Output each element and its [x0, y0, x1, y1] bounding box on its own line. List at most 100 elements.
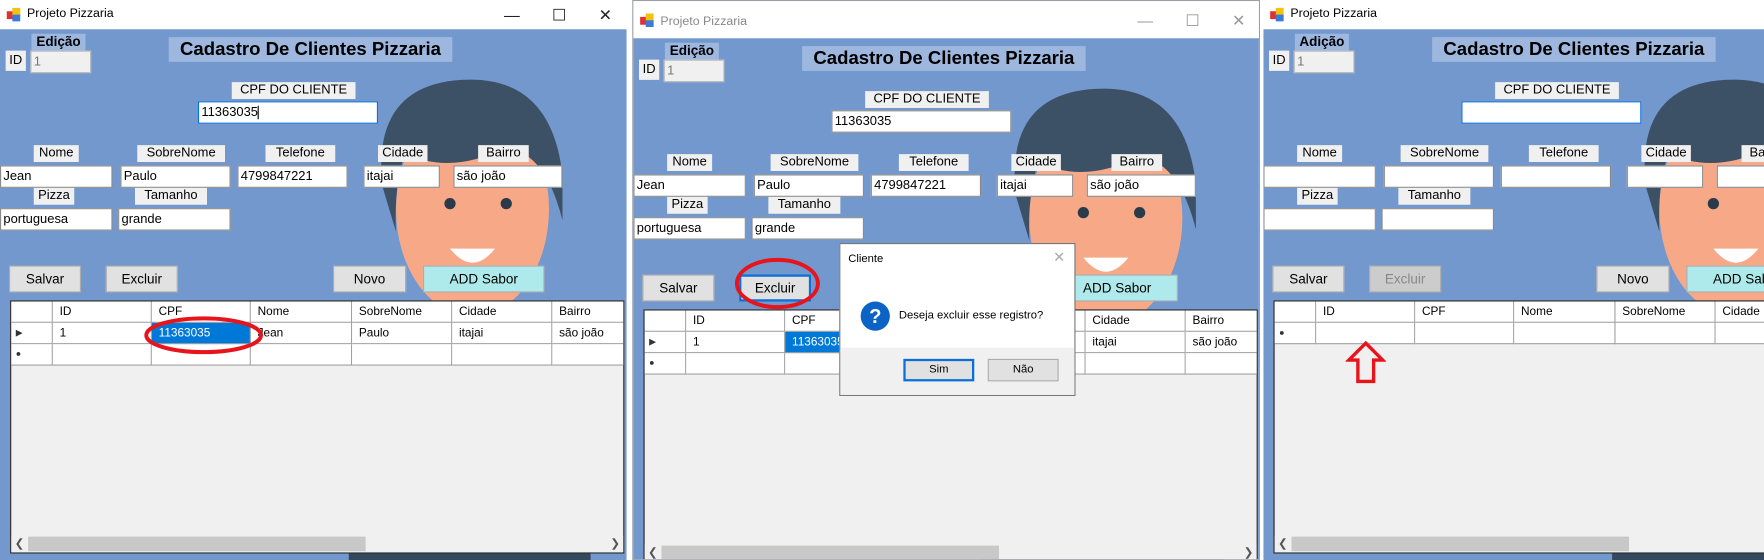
nome-input[interactable]: Jean — [0, 165, 113, 188]
telefone-input[interactable]: 4799847221 — [870, 174, 981, 197]
column-header[interactable]: Cidade — [1715, 301, 1764, 323]
column-header[interactable]: Cidade — [1085, 310, 1186, 332]
sobrenome-input[interactable]: Paulo — [120, 165, 231, 188]
scroll-left-icon[interactable]: ❮ — [15, 536, 24, 553]
nome-input[interactable]: Jean — [633, 174, 746, 197]
id-field[interactable]: 1 — [663, 59, 725, 83]
column-header[interactable]: Nome — [1514, 301, 1616, 323]
sobrenome-input[interactable] — [1383, 165, 1494, 188]
pizza-input[interactable] — [1263, 208, 1376, 231]
table-cell[interactable]: itajai — [1085, 331, 1186, 354]
close-button[interactable]: ✕ — [1216, 8, 1259, 33]
add-sabor-button[interactable]: ADD Sabor — [1686, 265, 1764, 293]
telefone-input[interactable]: 4799847221 — [237, 165, 348, 188]
clients-grid[interactable]: IDCPFNomeSobreNomeCidadeBairro ▶111363035… — [10, 300, 625, 554]
cpf-input[interactable]: 11363035 — [198, 101, 378, 124]
cidade-input[interactable]: itajai — [996, 174, 1074, 197]
tamanho-input[interactable] — [1381, 208, 1494, 231]
table-cell[interactable]: são joão — [1185, 331, 1257, 354]
column-header[interactable]: SobreNome — [1615, 301, 1716, 323]
bairro-input[interactable]: são joão — [1086, 174, 1196, 197]
table-cell-empty[interactable] — [1615, 322, 1716, 345]
table-row[interactable]: ● — [1274, 322, 1764, 345]
bairro-input[interactable] — [1716, 165, 1764, 188]
column-header[interactable]: ID — [52, 301, 152, 323]
maximize-button[interactable]: ☐ — [537, 2, 582, 27]
table-row[interactable]: ● — [11, 344, 624, 366]
table-cell-empty[interactable] — [1085, 353, 1186, 375]
table-cell-empty[interactable] — [552, 344, 624, 366]
column-header[interactable]: SobreNome — [352, 301, 453, 323]
scroll-right-icon[interactable]: ❯ — [1244, 545, 1253, 559]
table-cell-empty[interactable] — [1316, 322, 1416, 345]
salvar-button[interactable]: Salvar — [1272, 265, 1345, 293]
table-cell-empty[interactable] — [1715, 322, 1764, 345]
scrollbar-thumb[interactable] — [661, 545, 999, 560]
nome-input[interactable] — [1263, 165, 1376, 188]
excluir-button[interactable]: Excluir — [739, 274, 812, 302]
bairro-input[interactable]: são joão — [453, 165, 563, 188]
cidade-input[interactable]: itajai — [363, 165, 440, 188]
column-header[interactable]: Cidade — [452, 301, 553, 323]
new-row-indicator-icon[interactable]: ● — [644, 353, 687, 375]
dialog-close-icon[interactable]: ✕ — [1053, 249, 1065, 267]
no-button[interactable]: Não — [987, 358, 1059, 382]
clients-grid[interactable]: IDCPFNomeSobreNomeCidadeBairro● ❮ ❯ — [1273, 300, 1764, 554]
tamanho-input[interactable]: grande — [751, 217, 864, 240]
row-header[interactable] — [11, 301, 53, 323]
cidade-input[interactable] — [1626, 165, 1704, 188]
cpf-input[interactable]: 11363035 — [831, 110, 1012, 133]
minimize-button[interactable]: — — [1123, 8, 1168, 33]
row-header[interactable] — [644, 310, 687, 332]
salvar-button[interactable]: Salvar — [642, 274, 715, 302]
telefone-input[interactable] — [1500, 165, 1611, 188]
current-row-indicator-icon[interactable]: ▶ — [11, 322, 53, 345]
scrollbar-thumb[interactable] — [28, 536, 366, 552]
novo-button[interactable]: Novo — [333, 265, 407, 293]
salvar-button[interactable]: Salvar — [9, 265, 81, 293]
table-cell-empty[interactable] — [686, 353, 786, 375]
table-cell[interactable]: 1 — [52, 322, 152, 345]
column-header[interactable]: CPF — [151, 301, 251, 323]
pizza-input[interactable]: portuguesa — [633, 217, 746, 240]
tamanho-input[interactable]: grande — [118, 208, 231, 231]
minimize-button[interactable]: — — [1753, 2, 1764, 27]
table-cell[interactable]: 1 — [686, 331, 786, 354]
table-cell-empty[interactable] — [352, 344, 453, 366]
table-cell-empty[interactable] — [1185, 353, 1257, 375]
yes-button[interactable]: Sim — [903, 358, 975, 382]
table-cell[interactable]: Paulo — [352, 322, 453, 345]
horizontal-scrollbar[interactable]: ❮ ❯ — [11, 535, 624, 553]
minimize-button[interactable]: — — [489, 2, 534, 27]
novo-button[interactable]: Novo — [1596, 265, 1670, 293]
table-cell-empty[interactable] — [1514, 322, 1616, 345]
cpf-input[interactable] — [1461, 101, 1642, 124]
column-header[interactable]: ID — [686, 310, 786, 332]
scroll-left-icon[interactable]: ❮ — [1278, 536, 1287, 553]
new-row-indicator-icon[interactable]: ● — [11, 344, 53, 366]
excluir-button[interactable]: Excluir — [105, 265, 178, 293]
column-header[interactable]: Bairro — [1185, 310, 1257, 332]
sobrenome-input[interactable]: Paulo — [753, 174, 864, 197]
new-row-indicator-icon[interactable]: ● — [1274, 322, 1317, 345]
scrollbar-thumb[interactable] — [1291, 536, 1629, 552]
pizza-input[interactable]: portuguesa — [0, 208, 113, 231]
current-row-indicator-icon[interactable]: ▶ — [644, 331, 687, 354]
table-cell-empty[interactable] — [151, 344, 251, 366]
maximize-button[interactable]: ☐ — [1170, 8, 1215, 33]
column-header[interactable]: Bairro — [552, 301, 624, 323]
excluir-button[interactable]: Excluir — [1369, 265, 1442, 293]
column-header[interactable]: CPF — [1415, 301, 1515, 323]
table-cell-empty[interactable] — [1415, 322, 1515, 345]
row-header[interactable] — [1274, 301, 1317, 323]
table-cell[interactable]: itajai — [452, 322, 553, 345]
scroll-right-icon[interactable]: ❯ — [610, 536, 619, 553]
table-cell-empty[interactable] — [452, 344, 553, 366]
close-button[interactable]: ✕ — [583, 2, 627, 27]
column-header[interactable]: Nome — [250, 301, 353, 323]
add-sabor-button[interactable]: ADD Sabor — [423, 265, 545, 293]
id-field[interactable]: 1 — [1293, 50, 1355, 74]
table-cell[interactable]: 11363035 — [151, 322, 251, 345]
table-cell-empty[interactable] — [250, 344, 353, 366]
scroll-left-icon[interactable]: ❮ — [648, 545, 657, 559]
